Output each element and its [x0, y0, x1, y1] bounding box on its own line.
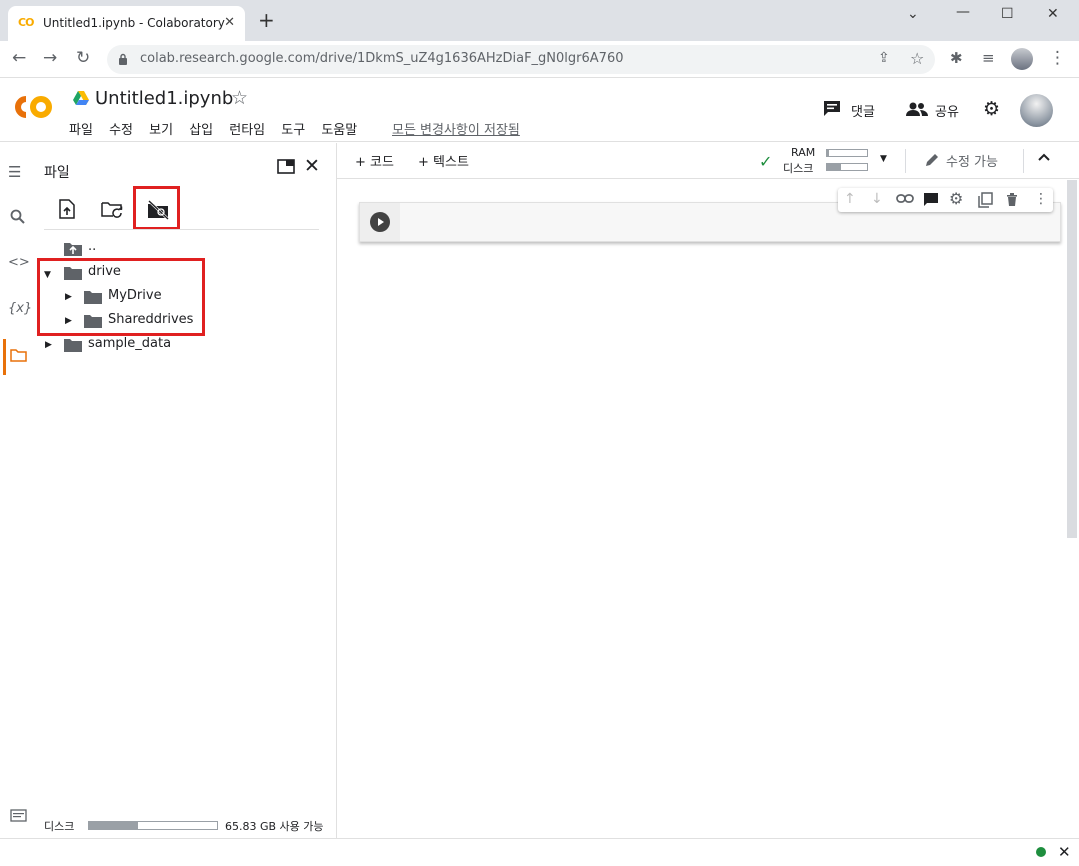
highlight-box-drive	[37, 258, 205, 336]
profile-avatar[interactable]	[1011, 48, 1033, 70]
colab-header: Untitled1.ipynb ☆ 파일 수정 보기 삽입 런타임 도구 도움말…	[0, 78, 1079, 142]
ram-label: RAM	[791, 146, 816, 159]
more-vert-icon[interactable]: ⋮	[1049, 49, 1066, 67]
extensions-icon[interactable]: ✱	[950, 49, 963, 67]
menu-tools[interactable]: 도구	[281, 123, 305, 138]
caret-right-icon[interactable]: ▶	[45, 340, 52, 350]
search-icon[interactable]	[10, 209, 25, 224]
menu-view[interactable]: 보기	[149, 123, 173, 138]
left-rail: ☰ <> {x}	[0, 143, 36, 838]
folder-sample-data-icon	[64, 338, 82, 352]
cell-toolbar: ↑ ↓ ⚙ ⋮	[838, 188, 1053, 212]
panel-title: 파일	[44, 165, 70, 181]
menu-help[interactable]: 도움말	[321, 123, 357, 138]
url-text: colab.research.google.com/drive/1DkmS_uZ…	[140, 51, 624, 66]
close-panel-icon[interactable]: ✕	[304, 155, 320, 177]
new-tab-icon[interactable]: +	[258, 10, 275, 30]
toolbar-divider	[1023, 149, 1024, 173]
menu-edit[interactable]: 수정	[109, 123, 133, 138]
cell-settings-icon[interactable]: ⚙	[949, 189, 963, 208]
delete-icon[interactable]	[1006, 192, 1018, 207]
media-icon[interactable]: ≡	[982, 49, 995, 67]
settings-gear-icon[interactable]: ⚙	[983, 98, 1000, 120]
maximize-icon[interactable]: ☐	[1001, 6, 1014, 22]
variables-icon[interactable]: {x}	[8, 301, 32, 316]
tab-title: Untitled1.ipynb - Colaboratory	[43, 16, 225, 30]
move-down-icon[interactable]: ↓	[871, 191, 883, 207]
active-rail-indicator	[3, 339, 6, 375]
star-icon[interactable]: ☆	[231, 87, 248, 109]
chevron-down-icon[interactable]: ⌄	[907, 6, 919, 22]
cell-comment-icon[interactable]	[923, 192, 939, 207]
bookmark-star-icon[interactable]: ☆	[910, 49, 924, 68]
run-cell-icon[interactable]	[370, 212, 390, 232]
tree-item-sample-data[interactable]: sample_data	[88, 336, 171, 351]
toolbar-divider	[44, 229, 319, 230]
share-label: 공유	[935, 105, 959, 120]
window-close-icon[interactable]: ✕	[1047, 6, 1059, 22]
files-panel: 파일 ✕ .. ▼ drive ▶ MyDrive ▶ Shareddrives…	[36, 143, 337, 838]
back-arrow-icon[interactable]: ←	[12, 49, 26, 67]
reload-icon[interactable]: ↻	[76, 49, 90, 67]
menu-runtime[interactable]: 런타임	[229, 123, 265, 138]
edit-mode-label: 수정 가능	[946, 155, 998, 170]
address-bar[interactable]: colab.research.google.com/drive/1DkmS_uZ…	[107, 45, 935, 74]
minimize-icon[interactable]: —	[956, 4, 970, 20]
mirror-cell-icon[interactable]	[978, 192, 993, 208]
google-drive-icon	[73, 91, 89, 105]
move-up-icon[interactable]: ↑	[844, 191, 856, 207]
resource-disk-label: 디스크	[783, 162, 814, 175]
lock-icon	[118, 53, 128, 65]
notebook-toolbar: + 코드 + 텍스트 ✓ RAM 디스크 ▼ 수정 가능	[337, 143, 1079, 179]
share-page-icon[interactable]: ⇪	[878, 50, 890, 66]
add-text-button[interactable]: + 텍스트	[418, 151, 469, 170]
user-avatar[interactable]	[1020, 94, 1053, 127]
status-dot-icon	[1036, 847, 1046, 857]
add-code-button[interactable]: + 코드	[355, 151, 394, 170]
menu-bar: 파일 수정 보기 삽입 런타임 도구 도움말	[69, 119, 369, 138]
disk-usage-mini-bar	[826, 163, 868, 171]
disk-usage-fill	[89, 822, 138, 829]
comment-label: 댓글	[851, 105, 875, 120]
browser-titlebar: CO Untitled1.ipynb - Colaboratory ✕ + ⌄ …	[0, 0, 1079, 41]
toc-icon[interactable]: ☰	[8, 163, 21, 181]
refresh-folder-icon[interactable]	[101, 201, 123, 218]
ram-usage-bar	[826, 149, 868, 157]
parent-folder-icon	[64, 242, 82, 256]
comment-icon	[823, 100, 841, 117]
disk-available: 65.83 GB 사용 가능	[225, 820, 324, 833]
disk-label: 디스크	[44, 820, 75, 833]
resource-monitor[interactable]: RAM 디스크 ▼	[781, 146, 891, 176]
code-snippets-icon[interactable]: <>	[8, 255, 30, 270]
highlight-box-unmount	[133, 186, 180, 230]
terminal-icon[interactable]	[10, 809, 27, 822]
folder-icon[interactable]	[10, 349, 27, 362]
menu-insert[interactable]: 삽입	[189, 123, 213, 138]
status-close-icon[interactable]: ✕	[1058, 843, 1071, 861]
collapse-header-icon[interactable]	[1037, 152, 1051, 162]
dropdown-caret-icon[interactable]: ▼	[880, 154, 887, 164]
connected-check-icon: ✓	[759, 152, 773, 171]
disk-usage-bar	[88, 821, 218, 830]
notebook-title[interactable]: Untitled1.ipynb	[95, 88, 233, 109]
link-icon[interactable]	[896, 193, 914, 205]
save-status[interactable]: 모든 변경사항이 저장됨	[392, 119, 520, 138]
upload-file-icon[interactable]	[59, 199, 75, 219]
browser-navbar: ← → ↻ colab.research.google.com/drive/1D…	[0, 41, 1079, 78]
pencil-icon	[924, 152, 940, 168]
people-icon	[906, 102, 928, 116]
menu-file[interactable]: 파일	[69, 123, 93, 138]
status-bar: ✕	[0, 838, 1079, 866]
colab-favicon-icon: CO	[18, 16, 34, 29]
colab-logo[interactable]	[12, 93, 54, 121]
tree-item-parent[interactable]: ..	[88, 239, 96, 254]
open-in-tab-icon[interactable]	[277, 159, 295, 174]
browser-tab[interactable]: CO Untitled1.ipynb - Colaboratory ✕	[8, 6, 245, 41]
tab-close-icon[interactable]: ✕	[224, 15, 235, 30]
toolbar-divider	[905, 149, 906, 173]
cell-more-icon[interactable]: ⋮	[1034, 191, 1048, 207]
main-scrollbar[interactable]	[1067, 180, 1077, 538]
forward-arrow-icon[interactable]: →	[43, 49, 57, 67]
